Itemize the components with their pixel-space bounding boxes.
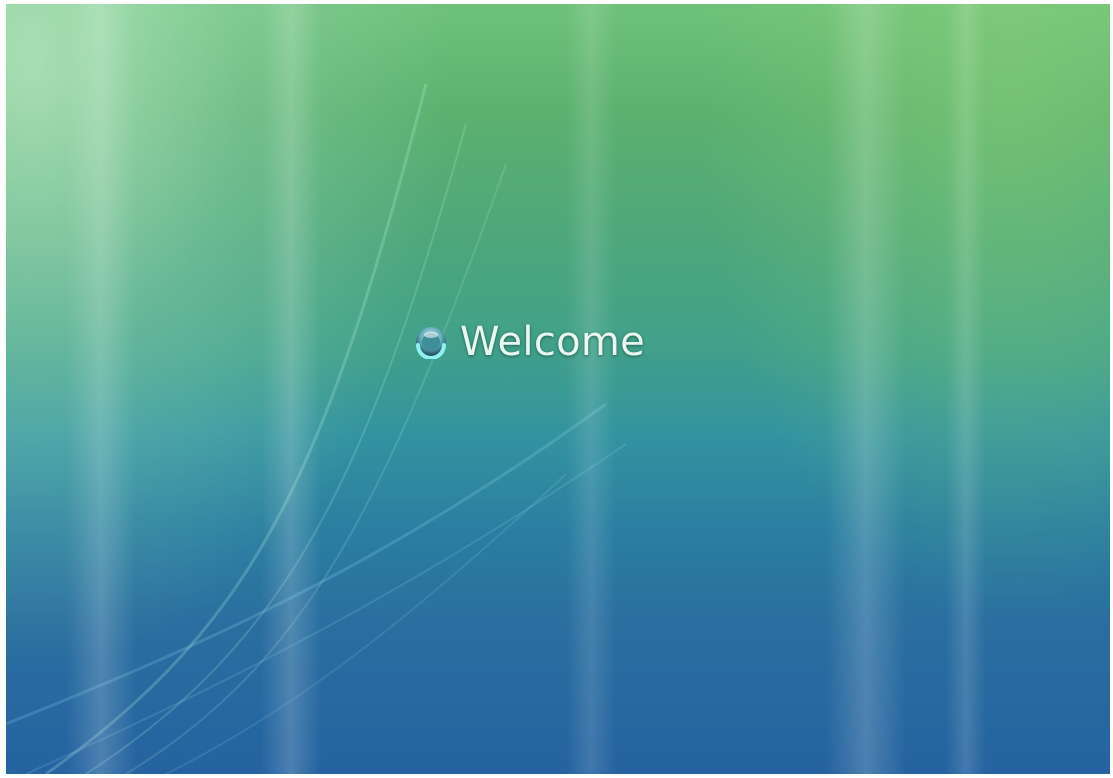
busy-spinner-icon xyxy=(416,327,446,359)
login-screen-background: Welcome xyxy=(6,4,1110,774)
aurora-wave-decoration xyxy=(6,83,627,774)
welcome-status: Welcome xyxy=(414,312,645,372)
welcome-text: Welcome xyxy=(460,319,646,365)
